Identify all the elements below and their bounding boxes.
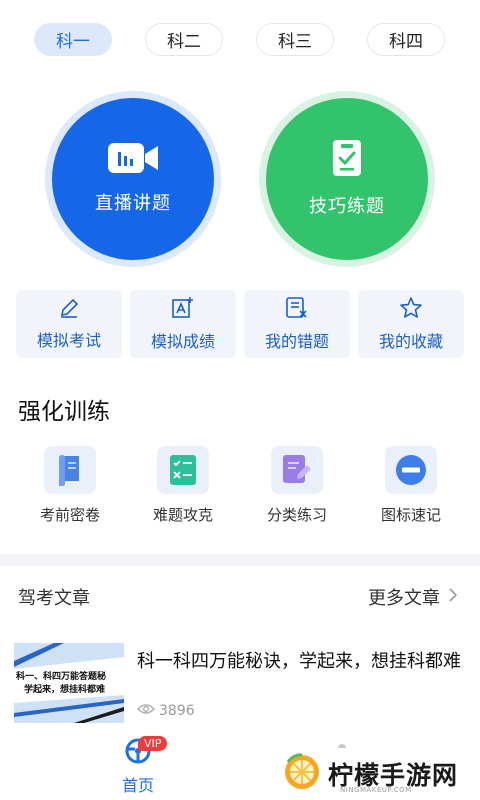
training-item-sign-memory[interactable]: 图标速记 bbox=[356, 446, 466, 525]
edit-doc-icon bbox=[271, 446, 323, 494]
training-label: 考前密卷 bbox=[39, 506, 100, 524]
chevron-right-icon bbox=[448, 587, 458, 608]
subject-tabs: 科一 科二 科三 科四 bbox=[0, 20, 480, 60]
section-divider bbox=[0, 554, 480, 566]
more-articles-label: 更多文章 bbox=[368, 588, 440, 609]
card-label: 我的错题 bbox=[264, 332, 329, 351]
lemon-logo-icon bbox=[282, 752, 322, 796]
watermark: 柠檬手游网 NINGMAKEUP.COM bbox=[282, 748, 480, 800]
my-mistakes-card[interactable]: 我的错题 bbox=[244, 290, 350, 358]
vip-badge: VIP bbox=[138, 736, 168, 751]
live-lecture-label: 直播讲题 bbox=[95, 193, 171, 214]
training-item-category-practice[interactable]: 分类练习 bbox=[242, 446, 352, 525]
minus-circle-icon bbox=[385, 446, 437, 494]
thumb-text-line1: 科一、科四万能答题秘 bbox=[16, 672, 107, 682]
checklist-icon bbox=[157, 446, 209, 494]
tab-label: 科三 bbox=[278, 32, 312, 52]
eye-icon bbox=[137, 703, 159, 719]
tab-label: 科一 bbox=[56, 32, 90, 52]
mock-score-card[interactable]: 模拟成绩 bbox=[130, 290, 236, 358]
training-label: 图标速记 bbox=[380, 506, 441, 524]
clipboard-check-icon bbox=[333, 140, 361, 180]
quick-actions: 模拟考试 模拟成绩 我的错题 我的收藏 bbox=[16, 290, 464, 358]
card-label: 模拟考试 bbox=[36, 331, 101, 350]
articles-section-title: 驾考文章 bbox=[18, 588, 90, 609]
tab-subject-1[interactable]: 科一 bbox=[34, 23, 112, 56]
training-item-hard-questions[interactable]: 难题攻克 bbox=[128, 446, 238, 525]
live-lecture-button[interactable]: 直播讲题 bbox=[52, 98, 214, 260]
tab-subject-4[interactable]: 科四 bbox=[367, 23, 445, 56]
article-views: 3896 bbox=[137, 703, 195, 719]
training-grid: 考前密卷 难题攻克 分类练习 图标速记 bbox=[0, 446, 480, 526]
score-icon bbox=[171, 296, 195, 324]
training-label: 难题攻克 bbox=[152, 506, 213, 524]
my-favorites-card[interactable]: 我的收藏 bbox=[358, 290, 464, 358]
wrong-list-icon bbox=[285, 296, 309, 324]
card-label: 模拟成绩 bbox=[150, 332, 215, 351]
view-count: 3896 bbox=[159, 703, 195, 719]
tab-label: 科四 bbox=[389, 32, 423, 52]
training-label: 分类练习 bbox=[266, 506, 327, 524]
watermark-subtext: NINGMAKEUP.COM bbox=[340, 786, 412, 794]
article-title[interactable]: 科一科四万能秘诀，学起来，想挂科都难 bbox=[137, 648, 463, 676]
tab-subject-2[interactable]: 科二 bbox=[145, 23, 223, 56]
training-section-title: 强化训练 bbox=[18, 399, 110, 425]
skill-practice-label: 技巧练题 bbox=[309, 196, 385, 217]
skill-practice-button[interactable]: 技巧练题 bbox=[266, 98, 428, 260]
card-label: 我的收藏 bbox=[378, 332, 443, 351]
nav-home-label: 首页 bbox=[121, 776, 154, 795]
more-articles-link[interactable]: 更多文章 bbox=[368, 584, 458, 610]
scroll-icon bbox=[44, 446, 96, 494]
video-camera-icon bbox=[108, 143, 158, 177]
tab-subject-3[interactable]: 科三 bbox=[256, 23, 334, 56]
article-thumbnail[interactable]: 科一、科四万能答题秘 学起来，想挂科都难 bbox=[14, 643, 124, 723]
mock-exam-card[interactable]: 模拟考试 bbox=[16, 290, 122, 358]
tab-label: 科二 bbox=[167, 32, 201, 52]
training-item-secret-paper[interactable]: 考前密卷 bbox=[15, 446, 125, 525]
star-icon bbox=[399, 296, 423, 324]
pencil-icon bbox=[58, 297, 80, 323]
thumb-text-line2: 学起来，想挂科都难 bbox=[24, 685, 106, 695]
